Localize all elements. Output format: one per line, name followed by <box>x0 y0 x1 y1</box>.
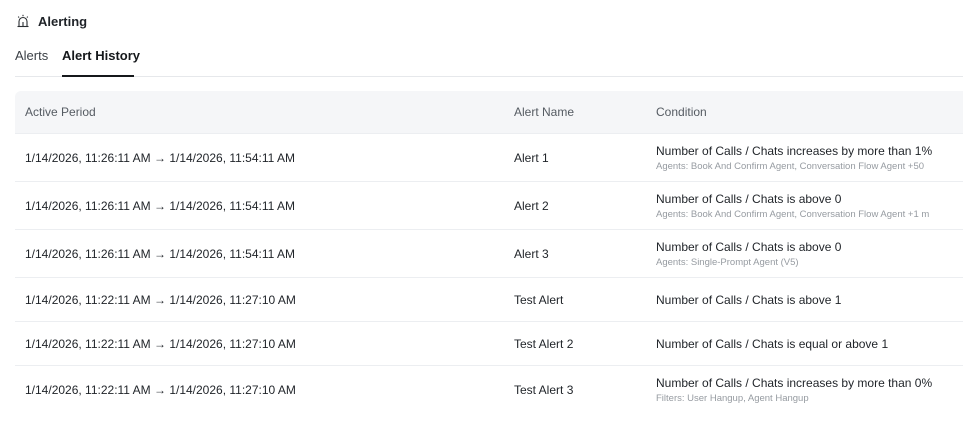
alert-name-cell: Test Alert 3 <box>514 383 574 397</box>
alert-name-cell: Alert 1 <box>514 151 549 165</box>
condition-cell: Number of Calls / Chats is above 0 <box>656 240 842 254</box>
table-row[interactable]: 1/14/2026, 11:26:11 AM → 1/14/2026, 11:5… <box>15 134 963 182</box>
page-header: Alerting <box>16 12 87 30</box>
tab-bar: Alerts Alert History <box>15 46 963 77</box>
table-row[interactable]: 1/14/2026, 11:22:11 AM → 1/14/2026, 11:2… <box>15 366 963 413</box>
alerting-page: Alerting Alerts Alert History Active Per… <box>0 0 963 442</box>
active-period-cell: 1/14/2026, 11:26:11 AM → 1/14/2026, 11:5… <box>25 151 295 165</box>
tab-alert-history[interactable]: Alert History <box>62 48 140 64</box>
active-period-cell: 1/14/2026, 11:26:11 AM → 1/14/2026, 11:5… <box>25 199 295 213</box>
column-header-alert-name[interactable]: Alert Name <box>514 105 574 119</box>
condition-cell: Number of Calls / Chats increases by mor… <box>656 144 933 158</box>
active-period-cell: 1/14/2026, 11:22:11 AM → 1/14/2026, 11:2… <box>25 337 296 351</box>
column-header-active-period[interactable]: Active Period <box>25 105 96 119</box>
column-header-condition[interactable]: Condition <box>656 105 707 119</box>
alert-history-table: Active Period Alert Name Condition 1/14/… <box>15 91 963 413</box>
condition-detail: Agents: Single-Prompt Agent (V5) <box>656 257 799 268</box>
active-tab-indicator <box>62 75 134 77</box>
tab-alerts[interactable]: Alerts <box>15 48 48 64</box>
condition-detail: Filters: User Hangup, Agent Hangup <box>656 393 809 404</box>
alert-name-cell: Test Alert 2 <box>514 337 574 351</box>
table-header: Active Period Alert Name Condition <box>15 91 963 134</box>
active-period-cell: 1/14/2026, 11:26:11 AM → 1/14/2026, 11:5… <box>25 247 295 261</box>
page-title: Alerting <box>38 13 88 29</box>
condition-cell: Number of Calls / Chats is equal or abov… <box>656 337 889 351</box>
condition-cell: Number of Calls / Chats is above 0 <box>656 192 842 206</box>
condition-cell: Number of Calls / Chats increases by mor… <box>656 376 933 390</box>
table-row[interactable]: 1/14/2026, 11:22:11 AM → 1/14/2026, 11:2… <box>15 278 963 322</box>
table-row[interactable]: 1/14/2026, 11:26:11 AM → 1/14/2026, 11:5… <box>15 230 963 278</box>
table-row[interactable]: 1/14/2026, 11:22:11 AM → 1/14/2026, 11:2… <box>15 322 963 366</box>
siren-icon <box>16 14 30 28</box>
active-period-cell: 1/14/2026, 11:22:11 AM → 1/14/2026, 11:2… <box>25 383 296 397</box>
alert-name-cell: Alert 3 <box>514 247 549 261</box>
condition-cell: Number of Calls / Chats is above 1 <box>656 293 842 307</box>
condition-detail: Agents: Book And Confirm Agent, Conversa… <box>656 161 925 172</box>
alert-name-cell: Test Alert <box>514 293 564 307</box>
condition-detail: Agents: Book And Confirm Agent, Conversa… <box>656 209 930 220</box>
active-period-cell: 1/14/2026, 11:22:11 AM → 1/14/2026, 11:2… <box>25 293 296 307</box>
table-row[interactable]: 1/14/2026, 11:26:11 AM → 1/14/2026, 11:5… <box>15 182 963 230</box>
alert-name-cell: Alert 2 <box>514 199 549 213</box>
